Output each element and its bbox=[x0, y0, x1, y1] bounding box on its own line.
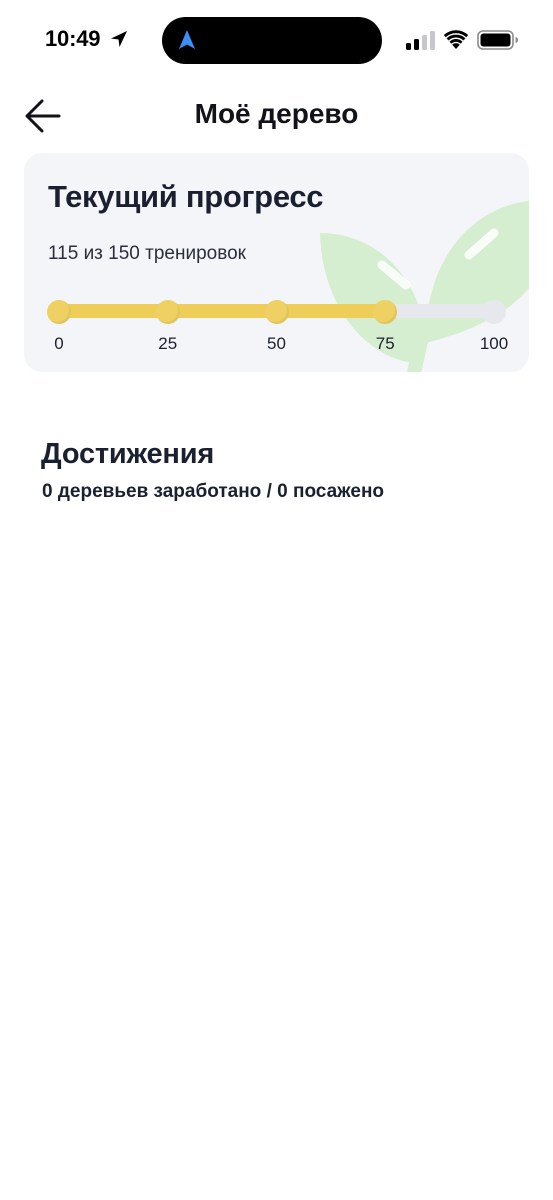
milestone-label: 75 bbox=[375, 334, 395, 353]
status-bar: 10:49 bbox=[0, 0, 553, 80]
milestone-dot bbox=[47, 300, 71, 324]
progress-title: Текущий прогресс bbox=[48, 179, 324, 214]
location-arrow-icon bbox=[111, 31, 127, 47]
status-time: 10:49 bbox=[45, 26, 101, 51]
milestone-label: 0 bbox=[54, 334, 64, 353]
progress-fill bbox=[59, 304, 386, 318]
milestone-label: 100 bbox=[479, 334, 509, 353]
dynamic-island[interactable] bbox=[162, 17, 382, 64]
milestone-label: 25 bbox=[158, 334, 178, 353]
page-title: Моё дерево bbox=[194, 98, 359, 129]
milestone-dot bbox=[482, 300, 506, 324]
progress-card: Текущий прогресс 115 из 150 тренировок 0… bbox=[24, 153, 529, 372]
milestone-dot bbox=[155, 300, 180, 324]
wifi-icon bbox=[443, 30, 469, 49]
achievements-title: Достижения bbox=[41, 438, 215, 470]
milestone-label: 50 bbox=[267, 334, 286, 353]
navigation-icon bbox=[179, 30, 195, 49]
cellular-signal-icon bbox=[406, 31, 435, 50]
battery-icon bbox=[477, 30, 518, 50]
progress-subtitle: 115 из 150 тренировок bbox=[48, 243, 246, 264]
achievements-summary: 0 деревьев заработано / 0 посажено bbox=[42, 481, 385, 502]
milestone-dot bbox=[264, 300, 289, 324]
